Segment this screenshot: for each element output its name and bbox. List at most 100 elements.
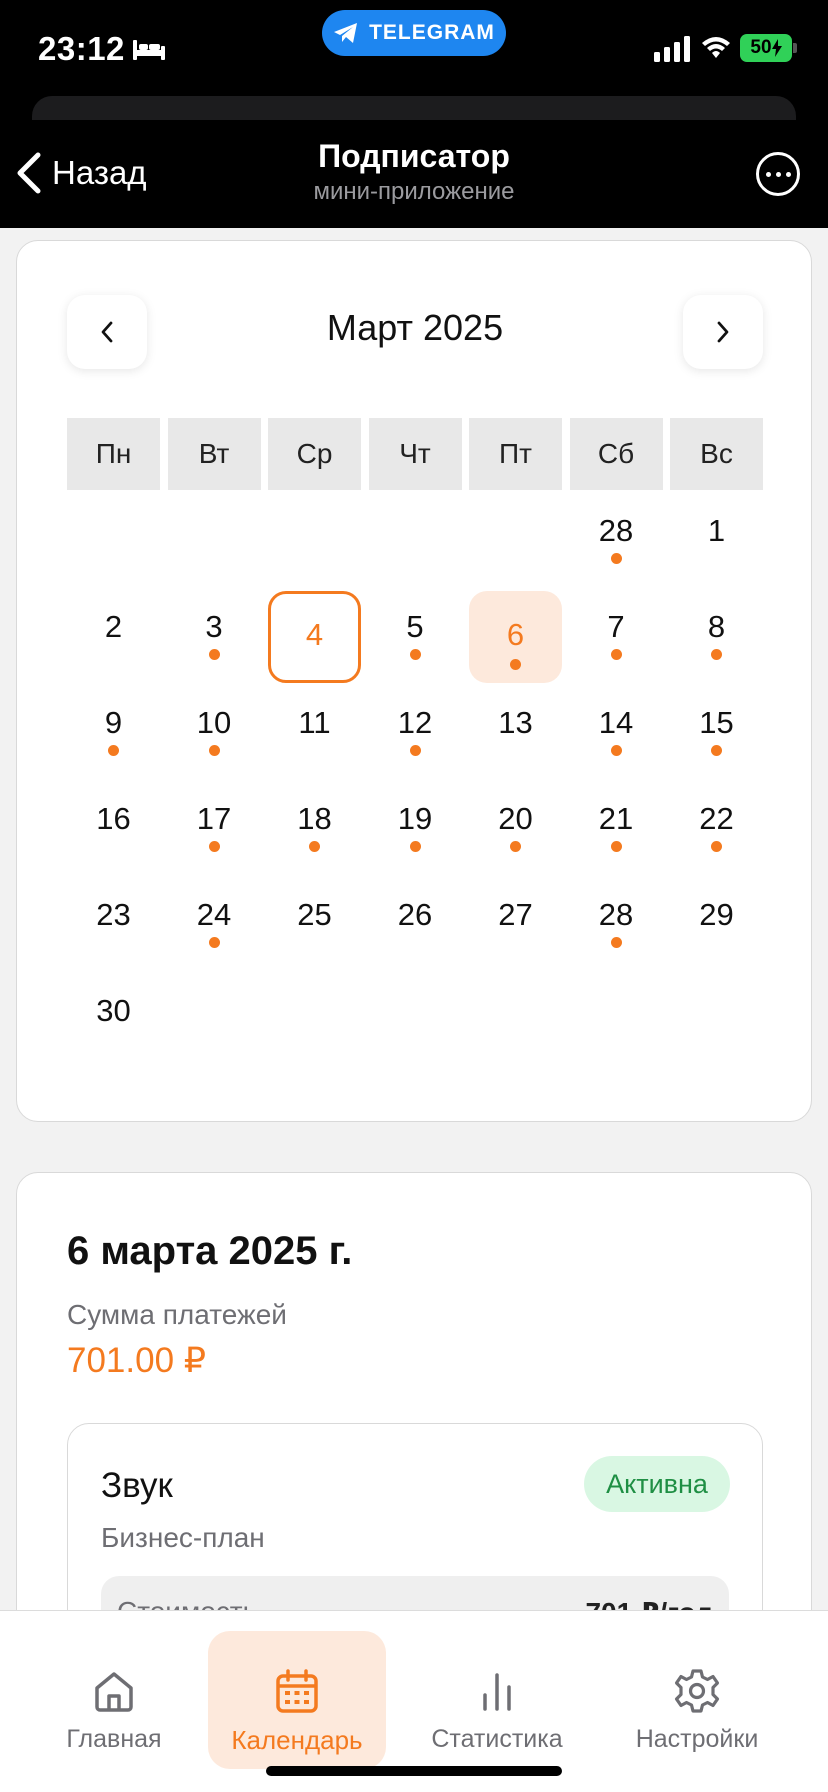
payment-dot	[208, 745, 220, 756]
chevron-left-icon	[17, 152, 41, 194]
day-cell[interactable]: 23	[67, 875, 160, 971]
payment-dot	[711, 649, 722, 660]
tab-settings[interactable]: Настройки	[630, 1631, 764, 1769]
day-cell[interactable]: 12	[369, 683, 462, 779]
battery-level: 50	[750, 37, 772, 58]
day-empty	[369, 491, 462, 587]
next-month-button[interactable]	[683, 295, 763, 369]
day-number: 30	[96, 993, 131, 1028]
day-cell[interactable]: 3	[168, 587, 261, 683]
day-number: 15	[699, 705, 734, 740]
payment-dot	[510, 841, 521, 852]
day-cell[interactable]: 24	[168, 875, 261, 971]
day-number: 25	[297, 897, 332, 932]
day-cell[interactable]: 8	[670, 587, 763, 683]
day-cell[interactable]: 26	[369, 875, 462, 971]
day-number: 2	[104, 609, 123, 644]
day-cell[interactable]: 17	[168, 779, 261, 875]
day-cell[interactable]: 19	[369, 779, 462, 875]
weekday-header: Сб	[569, 418, 663, 490]
payment-dot	[309, 841, 320, 852]
day-cell-selected[interactable]: 6	[469, 587, 562, 683]
day-cell[interactable]: 27	[469, 875, 562, 971]
day-empty	[670, 971, 763, 1067]
day-cell[interactable]: 15	[670, 683, 763, 779]
day-number: 24	[196, 897, 232, 932]
day-cell[interactable]: 11	[268, 683, 361, 779]
day-cell[interactable]: 1	[670, 491, 763, 587]
gear-icon	[674, 1669, 720, 1713]
payment-dot	[208, 937, 220, 948]
day-number: 5	[406, 609, 424, 644]
day-cell[interactable]: 20	[469, 779, 562, 875]
day-empty	[67, 491, 160, 587]
tab-label: Календарь	[231, 1725, 363, 1755]
selected-date-title: 6 марта 2025 г.	[67, 1229, 353, 1273]
calendar-icon	[276, 1669, 318, 1713]
more-dot	[775, 171, 781, 177]
payment-dot	[208, 649, 220, 660]
weekday-header: Вс	[670, 418, 763, 490]
signal-icon	[654, 36, 690, 62]
day-cell[interactable]: 9	[67, 683, 160, 779]
chevron-right-icon	[717, 321, 729, 343]
weekday-header: Вт	[167, 418, 261, 490]
day-cell[interactable]: 10	[168, 683, 261, 779]
day-number: 17	[196, 801, 232, 836]
day-cell[interactable]: 16	[67, 779, 160, 875]
app-subtitle: мини-приложение	[313, 178, 515, 205]
day-cell[interactable]: 5	[369, 587, 462, 683]
tab-home[interactable]: Главная	[54, 1631, 174, 1769]
payment-dot	[208, 841, 220, 852]
day-cell[interactable]: 18	[268, 779, 361, 875]
payment-dot	[409, 841, 421, 852]
telegram-pill[interactable]: TELEGRAM	[322, 10, 506, 56]
payment-dot	[610, 649, 622, 660]
more-dot	[785, 171, 791, 177]
day-cell[interactable]: 28	[570, 491, 663, 587]
back-button[interactable]: Назад	[16, 148, 147, 198]
day-cell[interactable]: 29	[670, 875, 763, 971]
day-empty	[469, 971, 562, 1067]
day-cell[interactable]: 25	[268, 875, 361, 971]
weekday-header: Пн	[67, 418, 160, 490]
weekday-header: Пт	[469, 418, 562, 490]
day-cell[interactable]: 2	[67, 587, 160, 683]
day-empty	[268, 971, 361, 1067]
prev-month-button[interactable]	[67, 295, 147, 369]
day-cell[interactable]: 22	[670, 779, 763, 875]
app-title: Подписатор	[318, 138, 510, 174]
month-title: Март 2025	[326, 307, 504, 348]
day-number: 7	[607, 609, 625, 644]
payment-dot	[610, 745, 622, 756]
day-number: 26	[397, 897, 433, 932]
more-button[interactable]	[756, 152, 800, 196]
payment-dot	[409, 745, 421, 756]
day-cell[interactable]: 7	[570, 587, 663, 683]
battery-indicator: 50	[740, 34, 792, 62]
bottom-tab-bar: Главная Календарь Статистика Настройки	[0, 1610, 828, 1792]
day-number: 8	[707, 609, 726, 644]
day-cell[interactable]: 30	[67, 971, 160, 1067]
day-number: 28	[598, 897, 634, 932]
day-number: 1	[707, 513, 726, 548]
day-number: 12	[397, 705, 433, 740]
home-icon	[95, 1672, 133, 1712]
day-number: 13	[498, 705, 533, 740]
payment-dot	[711, 841, 722, 852]
day-cell[interactable]: 21	[570, 779, 663, 875]
tab-label: Статистика	[431, 1725, 563, 1753]
back-label: Назад	[52, 154, 147, 191]
wifi-icon	[702, 37, 730, 58]
day-empty	[369, 971, 462, 1067]
day-cell[interactable]: 28	[570, 875, 663, 971]
tab-statistics[interactable]: Статистика	[426, 1631, 568, 1769]
day-empty	[570, 971, 663, 1067]
day-number: 23	[96, 897, 131, 932]
tab-calendar[interactable]: Календарь	[208, 1631, 386, 1769]
day-cell-today[interactable]: 4	[268, 587, 361, 683]
day-cell[interactable]: 13	[469, 683, 562, 779]
battery-tip	[793, 43, 797, 53]
day-cell[interactable]: 14	[570, 683, 663, 779]
day-empty	[168, 971, 261, 1067]
